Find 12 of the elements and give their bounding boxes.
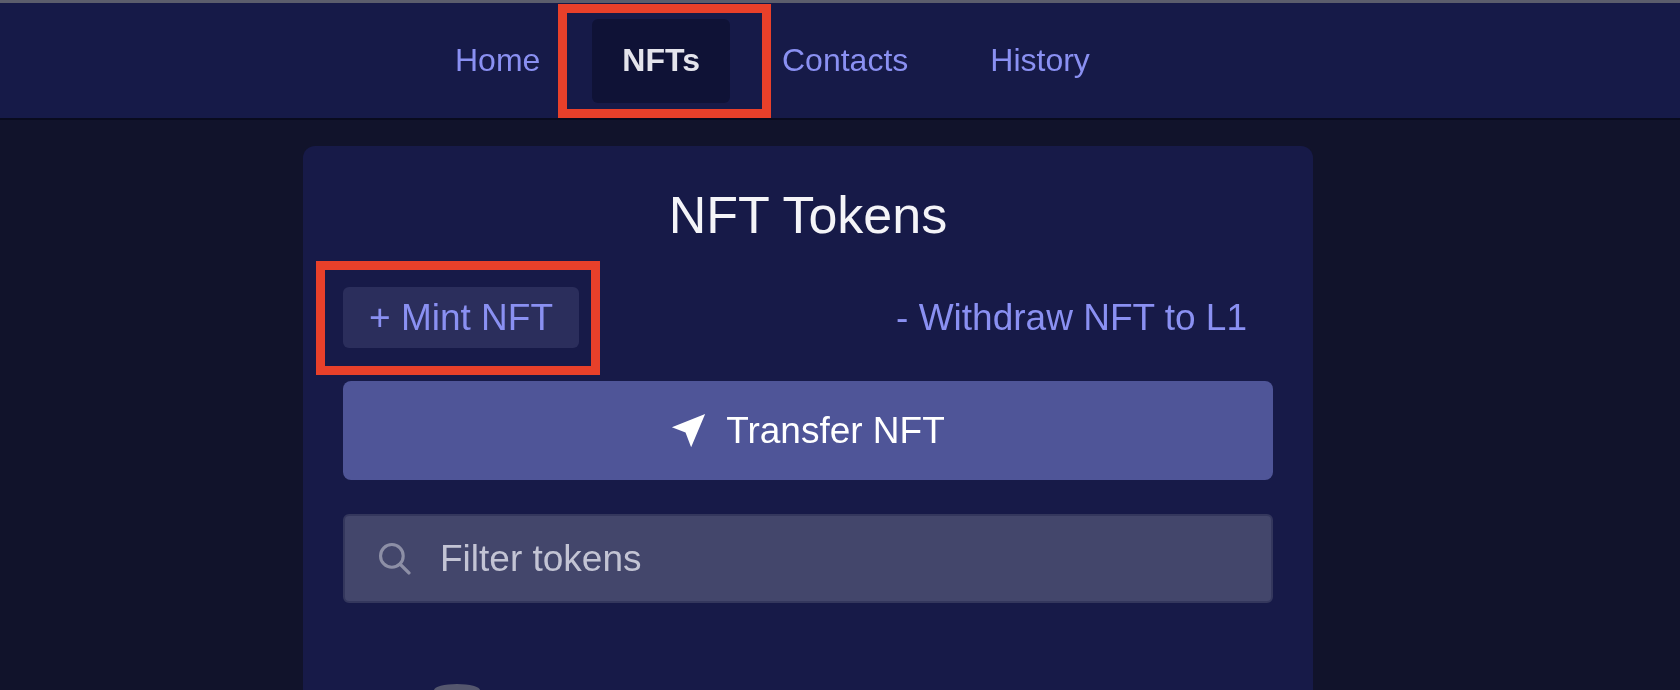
search-icon (377, 541, 411, 575)
nav-tab[interactable]: Contacts (752, 18, 939, 103)
avatar-placeholder (434, 684, 480, 690)
nav-tab[interactable]: History (960, 18, 1120, 103)
paper-plane-icon (671, 413, 707, 448)
filter-field[interactable]: Filter tokens (343, 514, 1273, 603)
panel-title: NFT Tokens (668, 185, 948, 246)
nav-tab[interactable]: NFTs (592, 18, 730, 103)
action-button[interactable]: + Mint NFT (343, 287, 579, 348)
action-button[interactable]: - Withdraw NFT to L1 (870, 287, 1273, 348)
transfer-button[interactable]: Transfer NFT (343, 381, 1273, 480)
nav-tab[interactable]: Home (425, 18, 571, 103)
